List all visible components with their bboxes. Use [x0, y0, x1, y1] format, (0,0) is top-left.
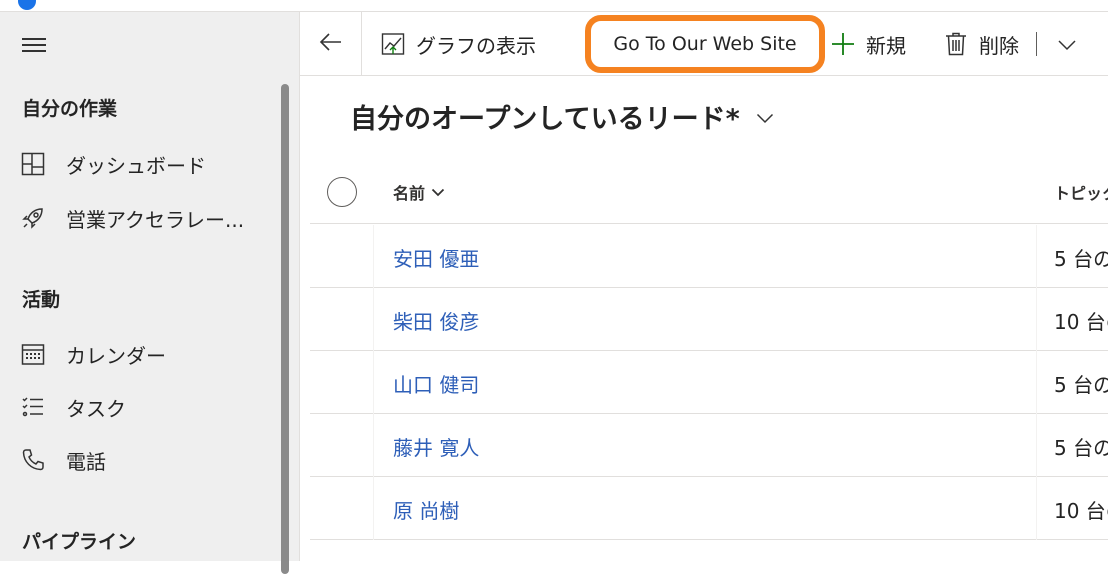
back-arrow-icon	[319, 32, 343, 56]
command-separator	[1036, 32, 1037, 56]
lead-topic: 10 台の	[1054, 499, 1108, 523]
dashboard-icon	[20, 151, 46, 177]
new-label: 新規	[866, 33, 906, 58]
sidebar-item-label: カレンダー	[66, 343, 166, 368]
view-selector[interactable]: 自分のオープンしているリード*	[350, 96, 774, 136]
sidebar-item-label: 営業アクセラレー...	[66, 207, 245, 232]
browser-top-strip	[0, 0, 1108, 12]
sidebar-item-label: ダッシュボード	[66, 153, 206, 178]
select-all-checkbox[interactable]	[327, 177, 357, 207]
plus-icon	[830, 31, 856, 57]
view-title: 自分のオープンしているリード*	[350, 103, 740, 135]
column-header-name[interactable]: 名前	[393, 180, 445, 204]
calendar-icon	[20, 341, 46, 367]
trash-icon	[943, 31, 969, 57]
sidebar-item-dashboard[interactable]: ダッシュボード	[0, 144, 280, 184]
table-row[interactable]: 藤井 寛人 5 台の	[310, 414, 1108, 477]
sidebar-item-sales-accelerator[interactable]: 営業アクセラレー...	[0, 198, 280, 238]
app-logo-icon	[18, 0, 36, 10]
row-divider	[1036, 288, 1037, 351]
chevron-down-icon	[756, 109, 774, 128]
lead-name-link[interactable]: 山口 健司	[393, 369, 479, 398]
more-commands-button[interactable]	[1052, 12, 1082, 76]
sidebar-scrollbar[interactable]	[281, 84, 289, 574]
lead-name-link[interactable]: 原 尚樹	[393, 495, 459, 524]
show-chart-label: グラフの表示	[416, 33, 536, 58]
row-divider	[373, 288, 374, 351]
hamburger-menu-icon[interactable]	[22, 38, 46, 52]
phone-icon	[20, 447, 46, 473]
show-chart-button[interactable]: グラフの表示	[380, 12, 536, 76]
row-divider	[1036, 225, 1037, 288]
new-button[interactable]: 新規	[830, 12, 906, 76]
sidebar-item-label: 電話	[66, 449, 106, 474]
go-to-website-label: Go To Our Web Site	[613, 33, 797, 55]
sidebar-group-activities: 活動	[22, 289, 61, 311]
sidebar-group-pipeline: パイプライン	[22, 531, 137, 553]
table-row[interactable]: 山口 健司 5 台の	[310, 351, 1108, 414]
task-list-icon	[20, 394, 46, 420]
row-divider	[1036, 351, 1037, 414]
sidebar-item-label: タスク	[66, 396, 126, 421]
row-divider	[373, 351, 374, 414]
sidebar-item-calendar[interactable]: カレンダー	[0, 334, 280, 374]
sidebar-group-my-work: 自分の作業	[22, 98, 118, 120]
chevron-down-icon	[1057, 32, 1077, 56]
column-header-name-label: 名前	[393, 184, 426, 203]
row-divider	[1036, 477, 1037, 540]
sidebar-item-phone[interactable]: 電話	[0, 440, 280, 480]
sidebar: 自分の作業 ダッシュボード 営業アクセラレー... 活動 カレンダー タスク 電…	[0, 12, 300, 574]
chevron-down-icon	[431, 188, 445, 196]
go-to-website-button[interactable]: Go To Our Web Site	[585, 15, 825, 73]
grid-header: 名前 トピック	[310, 160, 1108, 224]
lead-name-link[interactable]: 安田 優亜	[393, 243, 479, 272]
lead-topic: 5 台の	[1054, 436, 1108, 460]
table-row[interactable]: 柴田 俊彦 10 台の	[310, 288, 1108, 351]
column-header-topic[interactable]: トピック	[1054, 180, 1108, 204]
lead-topic: 10 台の	[1054, 310, 1108, 334]
lead-name-link[interactable]: 柴田 俊彦	[393, 306, 479, 335]
row-divider	[1036, 414, 1037, 477]
table-row[interactable]: 原 尚樹 10 台の	[310, 477, 1108, 540]
row-divider	[373, 477, 374, 540]
delete-button[interactable]: 削除	[943, 12, 1019, 76]
table-row[interactable]: 安田 優亜 5 台の	[310, 225, 1108, 288]
row-divider	[373, 225, 374, 288]
delete-label: 削除	[979, 33, 1019, 58]
row-divider	[373, 414, 374, 477]
lead-topic: 5 台の	[1054, 373, 1108, 397]
rocket-icon	[20, 205, 46, 231]
lead-topic: 5 台の	[1054, 247, 1108, 271]
sidebar-item-tasks[interactable]: タスク	[0, 387, 280, 427]
command-bar: グラフの表示 Go To Our Web Site 新規 削除	[300, 12, 1108, 76]
chart-icon	[380, 31, 406, 57]
lead-name-link[interactable]: 藤井 寛人	[393, 432, 479, 461]
back-button[interactable]	[300, 12, 362, 76]
